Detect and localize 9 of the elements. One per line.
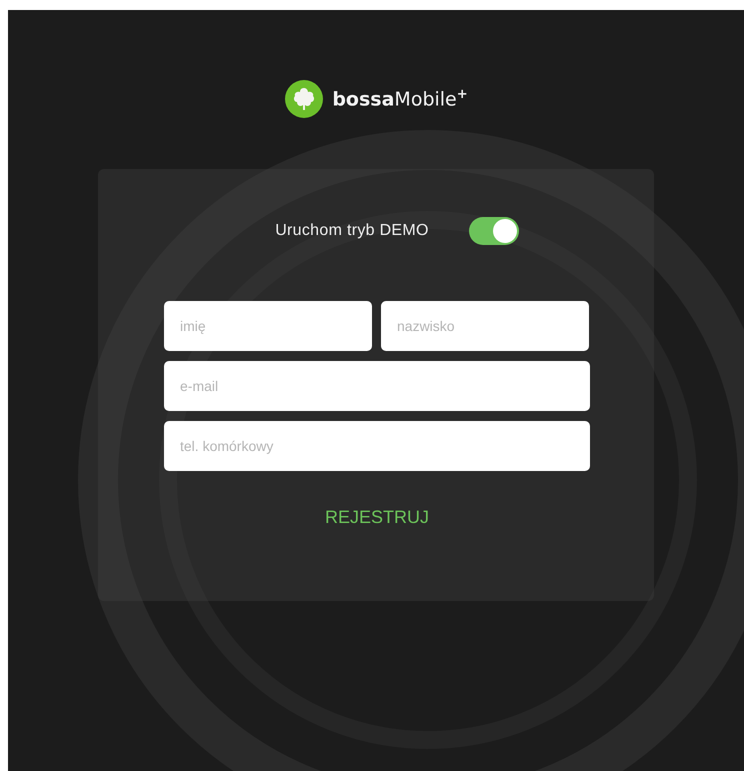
input-field[interactable]: nazwisko <box>381 301 589 351</box>
app-logo-text: bossaMobile$^{+}$ <box>332 87 468 111</box>
demo-mode-toggle[interactable] <box>468 217 519 245</box>
input-field[interactable]: imię <box>164 301 372 351</box>
input-field[interactable]: tel. komórkowy <box>164 421 590 471</box>
leaf-logo-icon <box>284 79 324 119</box>
input-field[interactable]: e-mail <box>164 361 590 411</box>
demo-mode-label: Uruchom tryb DEMO <box>275 222 429 240</box>
register-button[interactable]: REJESTRUJ <box>316 503 437 532</box>
